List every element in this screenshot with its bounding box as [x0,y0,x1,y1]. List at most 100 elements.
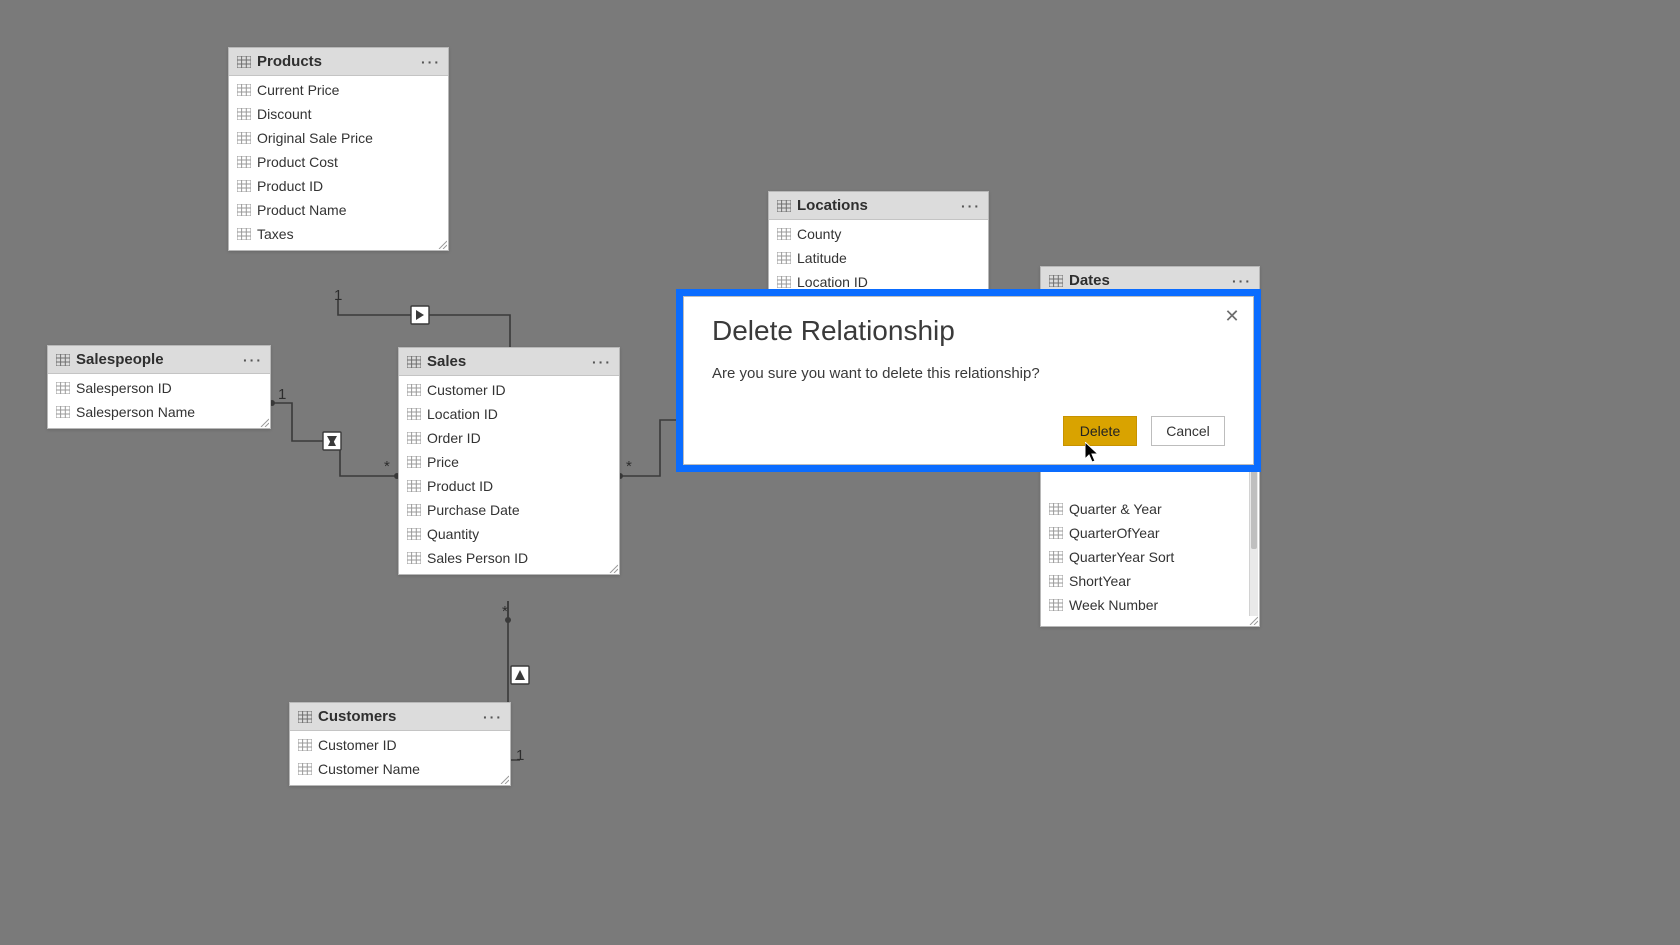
field-label: Current Price [257,82,339,98]
table-icon [237,204,251,216]
field-item[interactable]: Sales Person ID [399,546,619,570]
field-item[interactable]: Location ID [399,402,619,426]
table-icon [56,406,70,418]
field-label: Latitude [797,250,847,266]
field-label: Product ID [427,478,493,494]
field-item[interactable]: Discount [229,102,448,126]
resize-grip[interactable] [259,417,269,427]
field-label: Taxes [257,226,294,242]
table-icon [777,228,791,240]
table-icon [237,228,251,240]
field-label: Product Cost [257,154,338,170]
field-item[interactable]: County [769,222,988,246]
field-label: Salesperson Name [76,404,195,420]
field-item[interactable]: Product Name [229,198,448,222]
field-item[interactable]: QuarterYear Sort [1041,545,1259,569]
field-label: QuarterYear Sort [1069,549,1174,565]
table-icon [1049,503,1063,515]
table-sales[interactable]: Sales ··· Customer ID Location ID Order … [398,347,620,575]
more-icon[interactable]: ··· [420,54,442,70]
dialog-title: Delete Relationship [712,315,1225,347]
table-icon [1049,527,1063,539]
field-label: Customer Name [318,761,420,777]
resize-grip[interactable] [1248,615,1258,625]
field-label: Quarter & Year [1069,501,1162,517]
cardinality-many: * [626,458,632,475]
field-item[interactable]: Quantity [399,522,619,546]
dialog-message: Are you sure you want to delete this rel… [712,365,1225,382]
table-title: Customers [318,708,482,725]
field-label: Salesperson ID [76,380,172,396]
field-label: County [797,226,841,242]
field-item[interactable]: Original Sale Price [229,126,448,150]
cancel-button[interactable]: Cancel [1151,416,1225,446]
field-item[interactable]: Quarter & Year [1041,497,1259,521]
table-title: Products [257,53,420,70]
resize-grip[interactable] [608,563,618,573]
field-label: Customer ID [427,382,506,398]
more-icon[interactable]: ··· [482,709,504,725]
field-label: Customer ID [318,737,397,753]
table-icon [56,354,70,366]
table-icon [407,552,421,564]
field-label: Order ID [427,430,481,446]
field-item[interactable]: Salesperson ID [48,376,270,400]
field-item[interactable]: Customer ID [290,733,510,757]
table-icon [237,56,251,68]
field-item[interactable]: Week Number [1041,593,1259,617]
table-icon [407,528,421,540]
cardinality-one: 1 [334,287,342,304]
table-icon [237,132,251,144]
table-title: Locations [797,197,960,214]
cardinality-one: 1 [278,386,286,403]
delete-button[interactable]: Delete [1063,416,1137,446]
field-label: Discount [257,106,311,122]
table-title: Salespeople [76,351,242,368]
cardinality-one: 1 [516,747,524,764]
field-item[interactable]: Price [399,450,619,474]
table-products[interactable]: Products ··· Current Price Discount Orig… [228,47,449,251]
field-item[interactable]: Product ID [399,474,619,498]
table-salespeople[interactable]: Salespeople ··· Salesperson ID Salespers… [47,345,271,429]
field-label: Product Name [257,202,346,218]
field-label: Week Number [1069,597,1158,613]
resize-grip[interactable] [499,774,509,784]
more-icon[interactable]: ··· [591,354,613,370]
table-locations[interactable]: Locations ··· County Latitude Location I… [768,191,989,299]
scrollbar-thumb[interactable] [1251,459,1257,549]
table-icon [777,276,791,288]
field-item[interactable]: Taxes [229,222,448,246]
field-label: Sales Person ID [427,550,528,566]
field-item[interactable]: Product ID [229,174,448,198]
field-list: Current Price Discount Original Sale Pri… [229,76,448,250]
more-icon[interactable]: ··· [242,352,264,368]
table-icon [298,763,312,775]
field-item[interactable]: QuarterOfYear [1041,521,1259,545]
field-label: Quantity [427,526,479,542]
table-icon [407,480,421,492]
more-icon[interactable]: ··· [960,198,982,214]
field-item[interactable]: Current Price [229,78,448,102]
table-customers[interactable]: Customers ··· Customer ID Customer Name [289,702,511,786]
field-item[interactable]: Product Cost [229,150,448,174]
resize-grip[interactable] [437,239,447,249]
table-icon [407,356,421,368]
cardinality-many: * [384,458,390,475]
field-label: Location ID [427,406,498,422]
field-label: Purchase Date [427,502,520,518]
field-item[interactable]: Customer ID [399,378,619,402]
close-icon[interactable]: ✕ [1221,305,1243,327]
field-item[interactable]: ShortYear [1041,569,1259,593]
field-label: QuarterOfYear [1069,525,1160,541]
field-item[interactable]: Order ID [399,426,619,450]
table-icon [56,382,70,394]
table-title: Dates [1069,272,1231,289]
field-item[interactable]: Latitude [769,246,988,270]
more-icon[interactable]: ··· [1231,273,1253,289]
table-icon [1049,551,1063,563]
field-item[interactable]: Customer Name [290,757,510,781]
cardinality-many: * [502,603,508,620]
field-item[interactable]: Purchase Date [399,498,619,522]
table-icon [407,456,421,468]
field-item[interactable]: Salesperson Name [48,400,270,424]
